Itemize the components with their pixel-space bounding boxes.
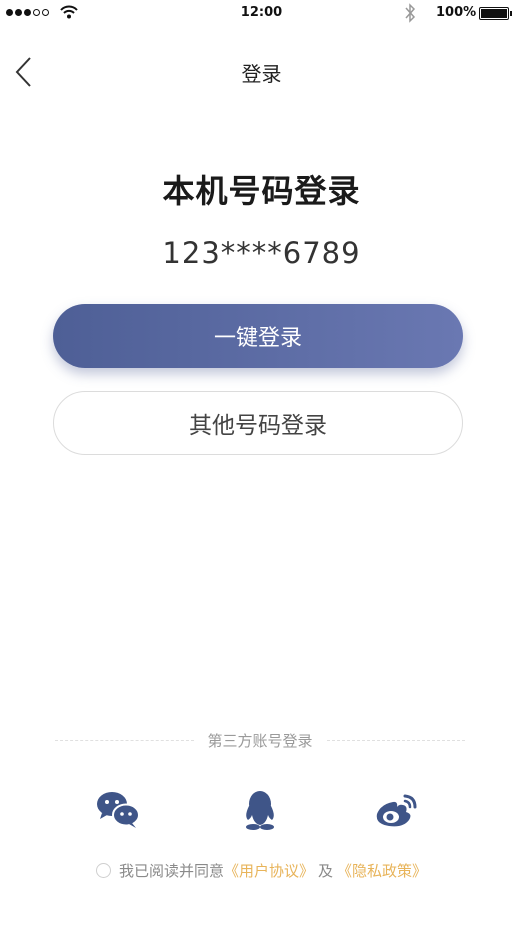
- qq-icon: [246, 791, 274, 830]
- agreement-row: 我已阅读并同意 《用户协议》 及 《隐私政策》: [0, 860, 523, 881]
- user-agreement-link[interactable]: 《用户协议》: [224, 860, 314, 881]
- one-click-login-button[interactable]: 一键登录: [53, 304, 463, 368]
- qq-login-button[interactable]: [236, 788, 284, 832]
- privacy-policy-link[interactable]: 《隐私政策》: [337, 860, 427, 881]
- battery-percent: 100%: [436, 5, 477, 20]
- wechat-icon: [97, 792, 140, 828]
- login-heading: 本机号码登录: [162, 172, 361, 210]
- agreement-and: 及: [318, 862, 334, 880]
- bluetooth-icon: [405, 3, 416, 23]
- third-party-divider: 第三方账号登录: [55, 730, 466, 751]
- one-click-login-label: 一键登录: [213, 326, 302, 351]
- wechat-login-button[interactable]: [94, 788, 142, 832]
- agreement-prefix: 我已阅读并同意: [118, 862, 224, 880]
- battery-icon: [479, 7, 512, 20]
- other-number-login-button[interactable]: 其他号码登录: [53, 391, 463, 455]
- agreement-checkbox[interactable]: [95, 863, 111, 878]
- nav-bar: 登录: [0, 44, 523, 100]
- divider-line-right: [326, 740, 466, 741]
- page-title: 登录: [241, 62, 282, 86]
- third-party-label: 第三方账号登录: [207, 732, 313, 750]
- weibo-login-button[interactable]: [373, 788, 421, 832]
- divider-line-left: [55, 740, 194, 741]
- masked-phone-number: 123****6789: [162, 236, 361, 270]
- other-number-login-label: 其他号码登录: [189, 413, 327, 439]
- status-bar: 12:00 100%: [0, 0, 523, 28]
- weibo-icon: [376, 794, 417, 827]
